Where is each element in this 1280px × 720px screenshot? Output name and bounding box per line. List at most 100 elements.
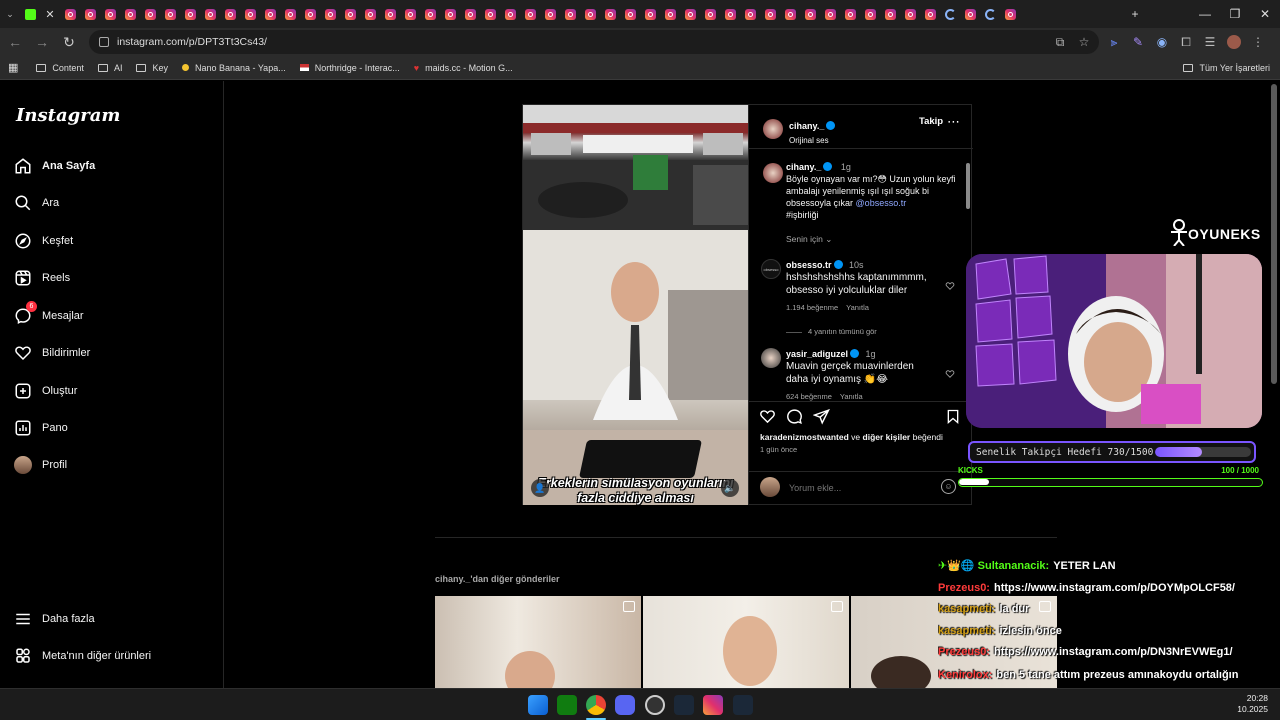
obs-icon[interactable] <box>645 695 665 715</box>
like-icon[interactable] <box>759 408 776 425</box>
instagram-tab[interactable] <box>960 0 980 28</box>
instagram-tab[interactable] <box>940 0 960 28</box>
sidebar-item-explore[interactable]: Keşfet <box>14 228 73 254</box>
instagram-tab[interactable] <box>240 0 260 28</box>
clock[interactable]: 20:28 10.2025 <box>1237 693 1268 715</box>
bookmark-northridge[interactable]: Northridge - Interac... <box>299 63 400 73</box>
site-info-icon[interactable] <box>99 37 109 47</box>
comment-likes[interactable]: 1.194 beğenme <box>786 303 838 312</box>
instagram-tab[interactable] <box>120 0 140 28</box>
bookmark-maids[interactable]: ♥ maids.cc - Motion G... <box>414 63 513 73</box>
comment-sort[interactable]: Senin için ⌄ <box>786 234 832 245</box>
sidebar-item-reels[interactable]: Reels <box>14 265 70 291</box>
sidebar-item-create[interactable]: Oluştur <box>14 378 77 404</box>
comment-username[interactable]: yasir_adiguzel <box>786 349 848 359</box>
instagram-tab[interactable] <box>200 0 220 28</box>
instagram-tab[interactable] <box>380 0 400 28</box>
more-options-icon[interactable]: ⋯ <box>947 114 960 130</box>
sidebar-item-more[interactable]: Daha fazla <box>14 606 95 632</box>
instagram-tab[interactable] <box>840 0 860 28</box>
instagram-tab[interactable] <box>680 0 700 28</box>
instagram-tab[interactable] <box>1000 0 1020 28</box>
instagram-tab[interactable] <box>500 0 520 28</box>
author-avatar[interactable] <box>763 119 783 139</box>
tab-search-button[interactable]: ⌄ <box>0 0 20 28</box>
instagram-tab[interactable] <box>280 0 300 28</box>
sidebar-item-profile[interactable]: Profil <box>14 452 67 478</box>
kick-tab[interactable] <box>20 0 40 28</box>
instagram-tab[interactable] <box>160 0 180 28</box>
comments-list[interactable]: cihany._ 1g Böyle oynayan var mı?😳 Uzun … <box>749 149 973 401</box>
chrome-icon[interactable] <box>586 695 606 715</box>
bookmark-icon[interactable] <box>945 408 961 425</box>
instagram-tab[interactable] <box>80 0 100 28</box>
instagram-tab[interactable] <box>880 0 900 28</box>
caption-username[interactable]: cihany._ <box>786 162 821 172</box>
instagram-app-icon[interactable] <box>703 695 723 715</box>
mute-icon[interactable]: 🔈 <box>721 479 739 497</box>
bookmark-content[interactable]: Content <box>36 63 84 73</box>
caption-avatar[interactable] <box>763 163 783 183</box>
address-bar[interactable]: instagram.com/p/DPT3Tt3Cs43/ ⧉ ☆ <box>89 30 1099 54</box>
instagram-tab[interactable] <box>660 0 680 28</box>
instagram-tab[interactable] <box>260 0 280 28</box>
instagram-tab[interactable] <box>360 0 380 28</box>
sidebar-item-notifications[interactable]: Bildirimler <box>14 340 90 366</box>
xbox-icon[interactable] <box>557 695 577 715</box>
caption-hashtag[interactable]: #işbirliği <box>786 209 956 221</box>
bookmark-nano-banana[interactable]: Nano Banana - Yapa... <box>181 63 286 73</box>
view-replies[interactable]: 4 yanıtın tümünü gör <box>786 327 877 336</box>
sidebar-item-dashboard[interactable]: Pano <box>14 415 68 441</box>
instagram-tab[interactable] <box>740 0 760 28</box>
instagram-tab[interactable] <box>520 0 540 28</box>
instagram-tab[interactable] <box>140 0 160 28</box>
instagram-tab[interactable] <box>420 0 440 28</box>
instagram-tab[interactable] <box>60 0 80 28</box>
pen-extension-icon[interactable]: ✎ <box>1129 33 1147 51</box>
globe-extension-icon[interactable]: ◉ <box>1153 33 1171 51</box>
minimize-button[interactable]: — <box>1190 0 1220 28</box>
comment-likes[interactable]: 624 beğenme <box>786 392 832 401</box>
restore-button[interactable]: ❐ <box>1220 0 1250 28</box>
sidebar-item-meta[interactable]: Meta'nın diğer ürünleri <box>14 643 151 669</box>
instagram-tab[interactable] <box>220 0 240 28</box>
comments-scrollbar[interactable] <box>966 163 970 209</box>
sidebar-item-messages[interactable]: 6 Mesajlar <box>14 301 84 329</box>
instagram-tab[interactable] <box>300 0 320 28</box>
comment-input[interactable] <box>789 480 939 496</box>
instagram-tab[interactable] <box>760 0 780 28</box>
instagram-tab[interactable] <box>180 0 200 28</box>
instagram-tab[interactable] <box>540 0 560 28</box>
instagram-tab[interactable] <box>460 0 480 28</box>
menu-icon[interactable]: ⋮ <box>1249 33 1267 51</box>
more-post-thumbnail[interactable] <box>435 596 641 688</box>
more-posts-title[interactable]: cihany._'dan diğer gönderiler <box>435 574 560 584</box>
instagram-logo[interactable]: Instagram <box>16 105 120 126</box>
comment-username[interactable]: obsesso.tr <box>786 260 832 270</box>
steam-icon[interactable] <box>674 695 694 715</box>
instagram-tab[interactable] <box>600 0 620 28</box>
instagram-tab[interactable] <box>100 0 120 28</box>
sidebar-item-home[interactable]: Ana Sayfa <box>14 153 95 179</box>
instagram-tab[interactable] <box>980 0 1000 28</box>
instagram-tab[interactable] <box>920 0 940 28</box>
reload-button[interactable]: ↻ <box>57 30 81 54</box>
share-icon[interactable] <box>813 408 830 425</box>
instagram-tab[interactable] <box>480 0 500 28</box>
back-button[interactable]: ← <box>3 30 27 54</box>
discord-icon[interactable] <box>615 695 635 715</box>
liked-by-user[interactable]: karadenizmostwanted <box>760 432 849 442</box>
instagram-tab[interactable] <box>900 0 920 28</box>
bookmark-key[interactable]: Key <box>136 63 168 73</box>
emoji-icon[interactable]: ☺ <box>941 479 956 494</box>
steam-icon[interactable] <box>733 695 753 715</box>
apps-grid-icon[interactable]: ▦ <box>8 61 18 74</box>
more-post-thumbnail[interactable] <box>643 596 849 688</box>
instagram-tab[interactable] <box>440 0 460 28</box>
reel-video[interactable]: Erkeklerin simülasyon oyunlarını fazla c… <box>523 105 748 505</box>
instagram-tab[interactable] <box>780 0 800 28</box>
comment-reply-button[interactable]: Yanıtla <box>840 392 863 401</box>
comment-icon[interactable] <box>786 408 803 425</box>
instagram-tab[interactable] <box>860 0 880 28</box>
user-tag-icon[interactable]: 👤 <box>531 479 549 497</box>
